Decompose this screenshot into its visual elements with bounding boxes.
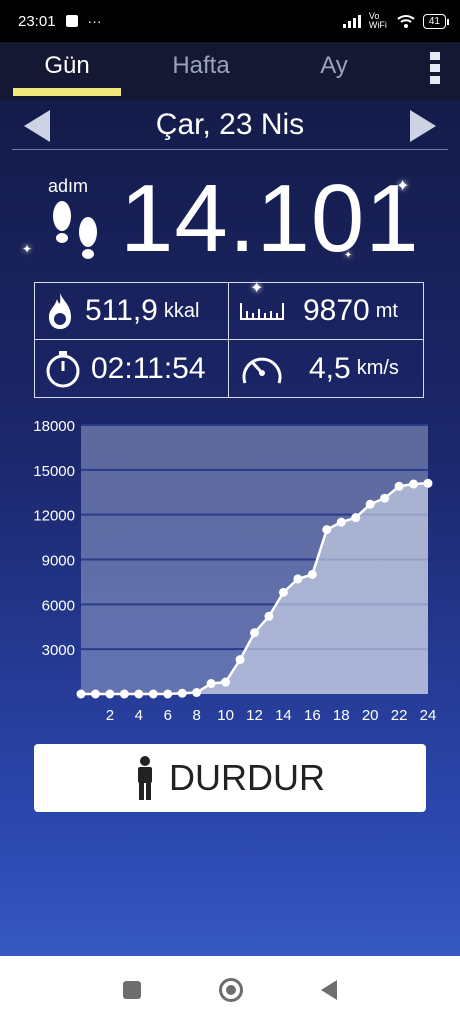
stop-button-label: DURDUR: [169, 757, 325, 798]
stats-grid: 511,9 kkal 9870 mt 02:11:54 4,5 km/s: [34, 282, 424, 398]
data-point: [351, 513, 361, 523]
stopwatch-icon: [46, 350, 80, 387]
home-button[interactable]: [219, 978, 243, 1002]
ruler-icon: [240, 303, 284, 320]
x-tick-label: 18: [333, 707, 350, 724]
tab-bar: Gün Hafta Ay: [0, 42, 460, 100]
data-point: [409, 479, 419, 489]
data-point: [394, 481, 404, 491]
sparkle-icon: ✦: [344, 250, 353, 261]
y-tick-label: 3000: [42, 642, 75, 659]
duration-stat: 02:11:54: [35, 340, 229, 397]
x-tick-label: 16: [304, 707, 321, 724]
wifi-icon: [397, 15, 415, 28]
calories-value: 511,9: [85, 294, 158, 327]
calories-unit: kkal: [163, 299, 200, 322]
data-point: [192, 688, 202, 698]
system-nav-bar: [0, 956, 460, 1024]
x-tick-label: 8: [192, 707, 200, 724]
status-bar: 23:01 ··· Vo WiFi 41: [0, 0, 460, 42]
data-point: [307, 569, 317, 579]
steps-count: 14.101: [120, 165, 420, 272]
stop-button[interactable]: DURDUR: [34, 744, 426, 812]
flame-icon: [49, 293, 71, 329]
x-tick-label: 22: [391, 707, 408, 724]
data-point: [206, 679, 216, 689]
duration-value: 02:11:54: [91, 351, 206, 385]
sparkle-icon: ✦: [22, 242, 33, 256]
data-point: [105, 689, 115, 699]
x-tick-label: 6: [164, 707, 172, 724]
data-point: [336, 517, 346, 527]
speedometer-icon: [242, 357, 282, 383]
next-day-button[interactable]: [410, 110, 436, 142]
sparkle-icon: ✦: [396, 178, 410, 195]
more-notifications-icon: ···: [87, 13, 102, 29]
divider: [12, 149, 448, 150]
tab-month[interactable]: Ay: [268, 42, 400, 100]
steps-panel: adım 14.101: [0, 160, 460, 280]
notification-icon: [65, 15, 78, 27]
status-time: 23:01: [18, 12, 56, 30]
data-point: [322, 525, 332, 535]
data-point: [148, 689, 158, 699]
y-tick-label: 15000: [33, 463, 75, 480]
x-tick-label: 20: [362, 707, 379, 724]
distance-value: 9870: [303, 294, 370, 327]
x-tick-label: 10: [217, 707, 234, 724]
data-point: [177, 688, 187, 698]
speed-unit: km/s: [356, 357, 399, 379]
steps-label: adım: [48, 176, 89, 196]
x-tick-label: 4: [135, 707, 143, 724]
speed-value: 4,5: [309, 351, 351, 385]
calories-stat: 511,9 kkal: [35, 283, 229, 340]
data-point: [380, 493, 390, 503]
y-tick-label: 18000: [33, 418, 75, 435]
data-point: [250, 628, 259, 638]
data-point: [264, 611, 274, 621]
y-tick-label: 12000: [33, 508, 75, 525]
previous-day-button[interactable]: [24, 110, 50, 142]
tab-week[interactable]: Hafta: [134, 42, 268, 100]
data-point: [134, 689, 144, 699]
data-point: [119, 689, 129, 699]
footprints-icon: [53, 201, 97, 259]
data-point: [278, 587, 288, 597]
distance-unit: mt: [375, 299, 398, 322]
back-button[interactable]: [321, 980, 337, 1000]
data-point: [163, 689, 173, 699]
date-navigator: Çar, 23 Nis: [0, 102, 460, 148]
data-point: [235, 655, 245, 665]
data-point: [423, 478, 433, 488]
overflow-menu-icon[interactable]: [430, 52, 444, 84]
vowifi-label: Vo WiFi: [368, 11, 387, 30]
battery-icon: 41: [422, 13, 450, 29]
data-point: [90, 689, 100, 699]
y-tick-label: 6000: [42, 597, 75, 614]
x-tick-label: 2: [106, 707, 114, 724]
signal-icon: [342, 14, 361, 28]
app-screen: Gün Hafta Ay Çar, 23 Nis adım 14.101 ✦ ✦…: [0, 42, 460, 956]
data-point: [76, 689, 86, 699]
recents-button[interactable]: [123, 981, 141, 999]
distance-stat: 9870 mt: [229, 283, 423, 340]
steps-chart: 1800015000120009000600030002 4 6 8 10 12 14 16 1…: [33, 418, 437, 724]
x-tick-label: 14: [275, 707, 292, 724]
data-point: [221, 677, 231, 687]
person-icon: [138, 756, 152, 800]
x-tick-label: 24: [420, 707, 437, 724]
speed-stat: 4,5 km/s: [229, 340, 423, 397]
current-date: Çar, 23 Nis: [155, 108, 305, 141]
y-tick-label: 9000: [42, 553, 75, 570]
x-tick-label: 12: [246, 707, 263, 724]
tab-day[interactable]: Gün: [0, 42, 134, 100]
data-point: [293, 574, 303, 584]
data-point: [365, 499, 375, 509]
